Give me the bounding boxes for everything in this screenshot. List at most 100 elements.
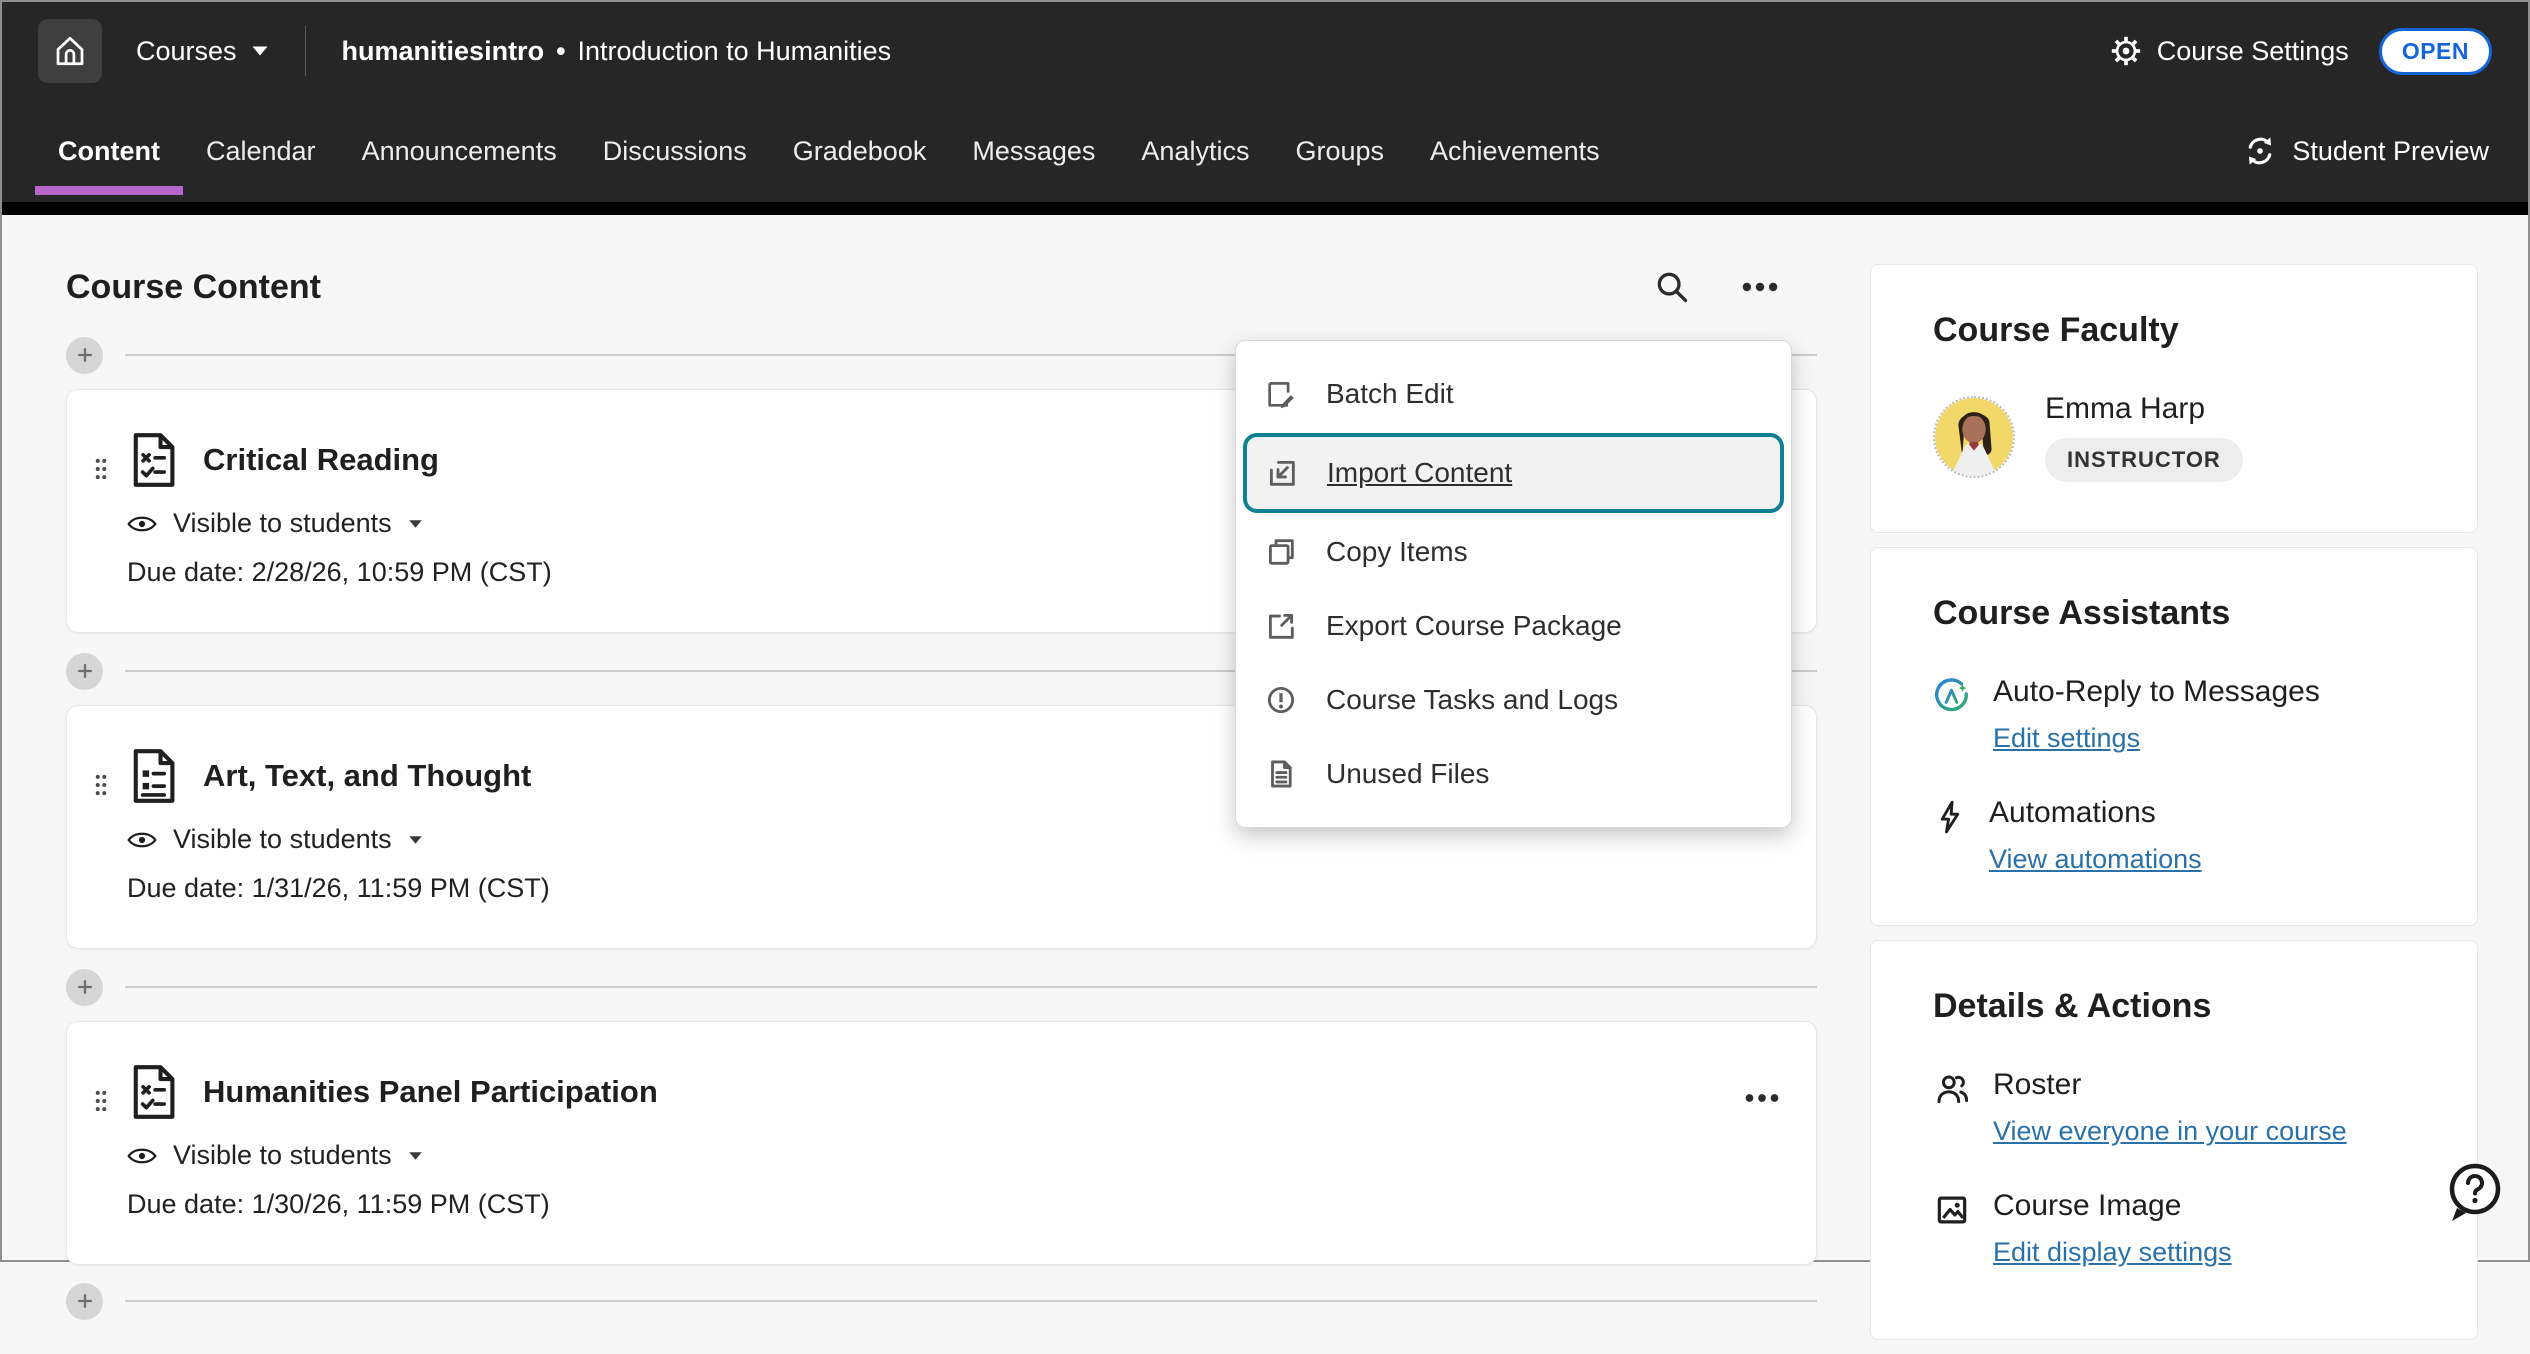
tab-analytics[interactable]: Analytics [1118, 100, 1272, 202]
add-content-button[interactable] [66, 1283, 103, 1320]
drag-handle[interactable] [89, 1078, 113, 1220]
top-bar: Courses humanitiesintro • Introduction t… [2, 2, 2528, 100]
course-image-item: Course Image Edit display settings [1933, 1189, 2437, 1268]
home-button[interactable] [38, 19, 102, 83]
details-actions-panel: Details & Actions Roster View everyone i… [1870, 940, 2478, 1340]
batch-edit-icon [1264, 377, 1298, 411]
content-item-title[interactable]: Art, Text, and Thought [203, 758, 531, 794]
menu-item-unused-files[interactable]: Unused Files [1236, 737, 1791, 811]
help-question-icon [2444, 1160, 2506, 1226]
roster-title: Roster [1993, 1068, 2347, 1102]
item-options-menu-button[interactable] [1742, 1078, 1782, 1118]
test-document-icon [127, 1064, 179, 1120]
tab-groups[interactable]: Groups [1272, 100, 1407, 202]
student-preview-button[interactable]: Student Preview [2242, 133, 2495, 169]
menu-item-batch-edit[interactable]: Batch Edit [1236, 357, 1791, 431]
plus-icon [75, 977, 95, 997]
edit-display-settings-link[interactable]: Edit display settings [1993, 1237, 2232, 1268]
assignment-document-icon [127, 748, 179, 804]
visibility-dropdown[interactable]: Visible to students [127, 824, 1742, 855]
ellipsis-icon [1739, 266, 1781, 308]
course-assistants-panel: Course Assistants Auto-Reply to Messages… [1870, 547, 2478, 926]
search-icon [1653, 268, 1691, 306]
automations-title: Automations [1989, 796, 2202, 830]
student-preview-swap-icon [2242, 133, 2278, 169]
copy-items-icon [1264, 535, 1298, 569]
search-button[interactable] [1653, 268, 1691, 306]
student-preview-label: Student Preview [2292, 136, 2489, 167]
plus-icon [75, 1291, 95, 1311]
auto-reply-title: Auto-Reply to Messages [1993, 675, 2320, 709]
add-content-divider [66, 1281, 1817, 1321]
home-icon [52, 33, 88, 69]
course-settings-label: Course Settings [2157, 36, 2349, 67]
course-settings-button[interactable]: Course Settings [2109, 34, 2349, 68]
export-package-icon [1264, 609, 1298, 643]
menu-item-course-tasks-and-logs[interactable]: Course Tasks and Logs [1236, 663, 1791, 737]
help-button[interactable] [2444, 1160, 2506, 1226]
due-date: Due date: 1/31/26, 11:59 PM (CST) [127, 873, 1742, 904]
instructor-avatar[interactable] [1933, 396, 2015, 478]
topbar-divider [305, 26, 306, 76]
test-document-icon [127, 432, 179, 488]
header-bottom-strip [2, 202, 2528, 215]
course-nav: Content Calendar Announcements Discussio… [2, 100, 2528, 202]
instructor-role-badge: INSTRUCTOR [2045, 438, 2243, 482]
visibility-dropdown[interactable]: Visible to students [127, 1140, 1742, 1171]
automations-item: Automations View automations [1933, 796, 2437, 875]
view-automations-link[interactable]: View automations [1989, 844, 2202, 875]
tab-achievements[interactable]: Achievements [1407, 100, 1623, 202]
gear-icon [2109, 34, 2143, 68]
content-options-menu-button[interactable] [1739, 266, 1781, 308]
content-item-title[interactable]: Critical Reading [203, 442, 439, 478]
view-everyone-link[interactable]: View everyone in your course [1993, 1116, 2347, 1147]
tab-content[interactable]: Content [35, 100, 183, 202]
roster-item: Roster View everyone in your course [1933, 1068, 2437, 1147]
chevron-down-icon [251, 45, 269, 57]
course-image-icon [1933, 1191, 1971, 1268]
tab-calendar[interactable]: Calendar [183, 100, 339, 202]
breadcrumb-separator: • [556, 36, 565, 67]
tab-messages[interactable]: Messages [949, 100, 1118, 202]
menu-item-import-content[interactable]: Import Content [1243, 433, 1784, 513]
courses-dropdown[interactable]: Courses [136, 36, 269, 67]
course-id: humanitiesintro [342, 36, 545, 67]
due-date: Due date: 1/30/26, 11:59 PM (CST) [127, 1189, 1742, 1220]
course-image-title: Course Image [1993, 1189, 2232, 1223]
courses-label: Courses [136, 36, 237, 67]
content-item-title[interactable]: Humanities Panel Participation [203, 1074, 658, 1110]
chevron-down-icon [408, 519, 423, 529]
drag-handle[interactable] [89, 446, 113, 588]
tab-discussions[interactable]: Discussions [580, 100, 770, 202]
instructor-name: Emma Harp [2045, 392, 2243, 426]
plus-icon [75, 661, 95, 681]
course-sidebar: Course Faculty Emma Harp INSTRUCTOR Cour… [1870, 264, 2478, 1354]
course-assistants-heading: Course Assistants [1933, 594, 2437, 633]
content-options-menu: Batch Edit Import Content Copy Items [1235, 340, 1792, 828]
add-content-button[interactable] [66, 653, 103, 690]
auto-reply-item: Auto-Reply to Messages Edit settings [1933, 675, 2437, 754]
menu-item-export-course-package[interactable]: Export Course Package [1236, 589, 1791, 663]
chevron-down-icon [408, 1151, 423, 1161]
visibility-eye-icon [127, 513, 157, 535]
details-actions-heading: Details & Actions [1933, 987, 2437, 1026]
drag-handle[interactable] [89, 762, 113, 904]
tab-announcements[interactable]: Announcements [339, 100, 580, 202]
edit-settings-link[interactable]: Edit settings [1993, 723, 2140, 754]
unused-files-icon [1264, 757, 1298, 791]
tab-gradebook[interactable]: Gradebook [770, 100, 950, 202]
course-open-badge[interactable]: OPEN [2379, 28, 2492, 75]
add-content-button[interactable] [66, 337, 103, 374]
chevron-down-icon [408, 835, 423, 845]
roster-people-icon [1933, 1070, 1971, 1147]
course-faculty-panel: Course Faculty Emma Harp INSTRUCTOR [1870, 264, 2478, 533]
menu-item-copy-items[interactable]: Copy Items [1236, 515, 1791, 589]
import-content-icon [1265, 456, 1299, 490]
course-breadcrumb: humanitiesintro • Introduction to Humani… [342, 36, 892, 67]
add-content-divider [66, 967, 1817, 1007]
add-content-button[interactable] [66, 969, 103, 1006]
course-faculty-heading: Course Faculty [1933, 311, 2437, 350]
visibility-eye-icon [127, 1145, 157, 1167]
lightning-icon [1933, 798, 1967, 875]
page-title: Course Content [66, 268, 321, 307]
